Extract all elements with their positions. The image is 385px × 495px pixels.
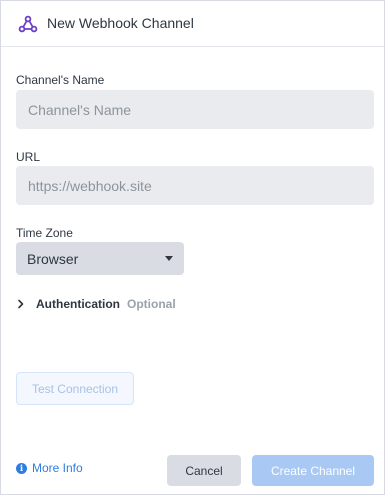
authentication-label: Authentication (36, 297, 120, 311)
dialog-header: New Webhook Channel (1, 1, 384, 47)
webhook-icon (18, 15, 38, 33)
info-icon: i (16, 462, 27, 474)
dialog-footer: i More Info Cancel Create Channel (1, 446, 384, 494)
test-connection-button[interactable]: Test Connection (16, 372, 134, 405)
url-label: URL (16, 150, 41, 164)
create-channel-button[interactable]: Create Channel (252, 455, 374, 486)
caret-down-icon (165, 256, 173, 261)
url-input[interactable] (16, 166, 374, 205)
dialog-title: New Webhook Channel (47, 15, 194, 31)
channel-name-input[interactable] (16, 90, 374, 129)
time-zone-select[interactable]: Browser (16, 242, 184, 275)
authentication-toggle[interactable]: Authentication Optional (16, 295, 176, 313)
cancel-button[interactable]: Cancel (167, 455, 241, 486)
time-zone-selected-value: Browser (27, 250, 79, 267)
more-info-label: More Info (32, 461, 83, 475)
channel-name-label: Channel's Name (16, 73, 105, 87)
new-webhook-channel-dialog: New Webhook Channel Channel's Name URL T… (0, 0, 385, 495)
chevron-right-icon (18, 299, 24, 309)
more-info-link[interactable]: i More Info (16, 461, 83, 475)
time-zone-label: Time Zone (16, 226, 73, 240)
optional-tag: Optional (127, 297, 176, 311)
